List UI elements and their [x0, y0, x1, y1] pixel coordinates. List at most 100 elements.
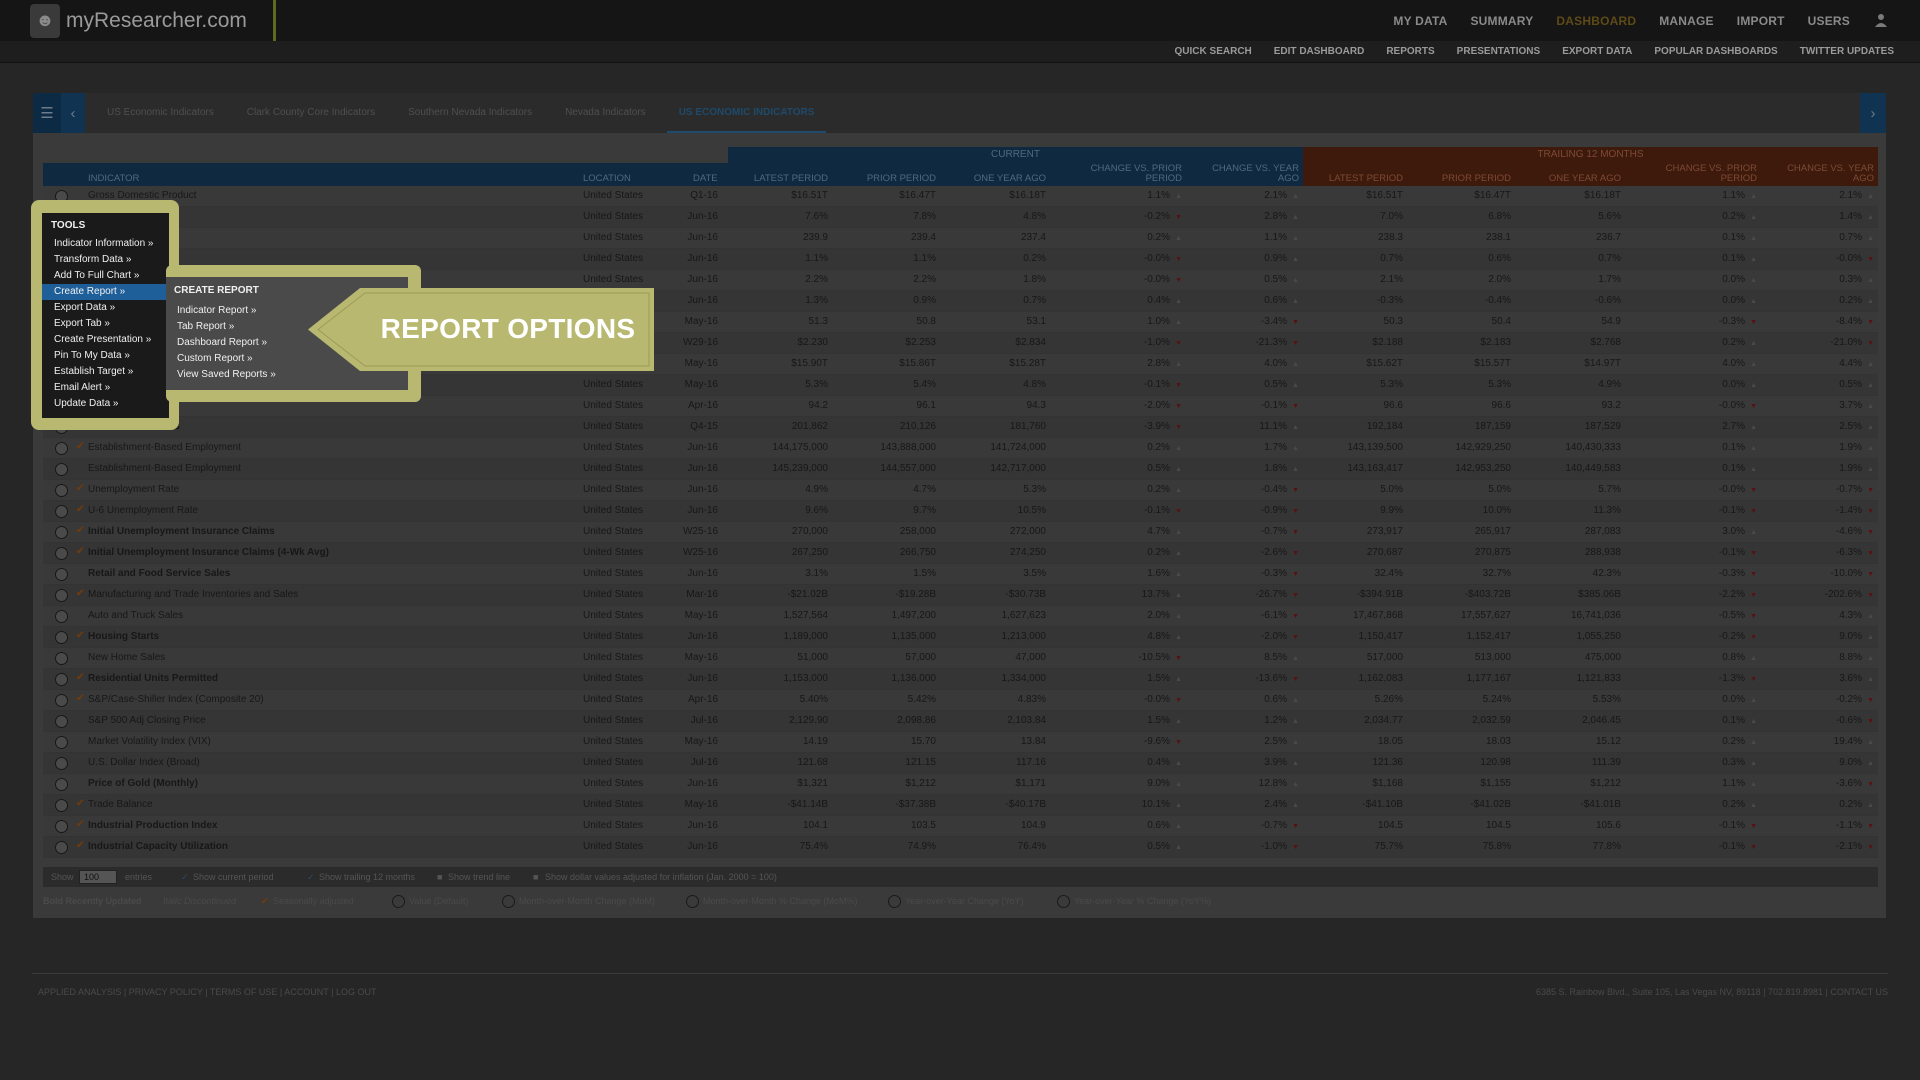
opt-current-period[interactable]: Show current period [193, 867, 274, 887]
entries-select[interactable]: 100 [79, 870, 117, 884]
indicator-name[interactable]: Manufacturing and Trade Inventories and … [88, 589, 298, 601]
indicator-name[interactable]: S&P/Case-Shiller Index (Composite 20) [88, 694, 264, 706]
view-mode-icon[interactable] [55, 463, 68, 476]
tab-clark-county[interactable]: Clark County Core Indicators [247, 93, 375, 133]
trail-col-0[interactable]: LATEST PERIOD [1323, 174, 1403, 184]
indicator-name[interactable]: Trade Balance [88, 799, 153, 811]
tools-menu-item[interactable]: Transform Data » [42, 252, 169, 268]
subnav-edit-dashboard[interactable]: EDIT DASHBOARD [1274, 46, 1365, 57]
view-mode-icon[interactable] [55, 568, 68, 581]
tab-nevada[interactable]: Nevada Indicators [565, 93, 646, 133]
hamburger-menu-icon[interactable]: ☰ [33, 93, 61, 133]
indicator-name[interactable]: Initial Unemployment Insurance Claims (4… [88, 547, 329, 559]
nav-dashboard[interactable]: DASHBOARD [1556, 14, 1636, 28]
tab-next-chevron-icon[interactable]: › [1860, 93, 1886, 133]
opt-inflation[interactable]: Show dollar values adjusted for inflatio… [545, 867, 777, 887]
user-icon[interactable] [1874, 13, 1890, 29]
checkbox-trailing-icon[interactable]: ✓ [307, 867, 315, 887]
indicator-name[interactable]: U.S. Dollar Index (Broad) [88, 757, 200, 769]
indicator-name[interactable]: Residential Units Permitted [88, 673, 218, 685]
create-report-item[interactable]: Custom Report » [177, 351, 276, 367]
trail-col-1[interactable]: PRIOR PERIOD [1431, 174, 1511, 184]
table-row[interactable]: Private BusinessesUnited StatesQ4-15201,… [43, 417, 1878, 438]
nav-summary[interactable]: SUMMARY [1470, 14, 1533, 28]
table-row[interactable]: ✔ Unemployment Rate United States Jun-16 4.9… [43, 480, 1878, 501]
view-mode-icon[interactable] [55, 778, 68, 791]
col-date[interactable]: DATE [693, 174, 718, 184]
indicator-name[interactable]: Industrial Production Index [88, 820, 217, 832]
table-row[interactable]: ✔ U-6 Unemployment Rate United States Jun-1… [43, 501, 1878, 522]
subnav-popular-dashboards[interactable]: POPULAR DASHBOARDS [1654, 46, 1777, 57]
indicator-name[interactable]: Auto and Truck Sales [88, 610, 183, 622]
subnav-presentations[interactable]: PRESENTATIONS [1457, 46, 1541, 57]
view-mode-icon[interactable] [55, 526, 68, 539]
tab-southern-nevada[interactable]: Southern Nevada Indicators [408, 93, 532, 133]
indicator-name[interactable]: Housing Starts [88, 631, 159, 643]
trail-col-4[interactable]: CHANGE VS. YEAR AGO [1764, 164, 1874, 184]
table-row[interactable]: New Home Sales United States May-16 51,000 5… [43, 648, 1878, 669]
view-mode-icon[interactable] [55, 442, 68, 455]
trail-col-3[interactable]: CHANGE VS. PRIOR PERIOD [1647, 164, 1757, 184]
table-row[interactable]: ✔ Establishment-Based Employment United St… [43, 438, 1878, 459]
table-row[interactable]: Market Volatility Index (VIX) United Stat… [43, 732, 1878, 753]
table-row[interactable]: ✔ Initial Unemployment Insurance Claims (… [43, 543, 1878, 564]
view-mode-icon[interactable] [55, 715, 68, 728]
view-mode-icon[interactable] [55, 484, 68, 497]
table-row[interactable]: ✔ Industrial Capacity Utilization United S… [43, 837, 1878, 858]
tools-menu-item[interactable]: Create Presentation » [42, 332, 169, 348]
table-row[interactable]: ✔ S&P/Case-Shiller Index (Composite 20) Un… [43, 690, 1878, 711]
cur-col-1[interactable]: PRIOR PERIOD [856, 174, 936, 184]
tab-us-economic-indicators[interactable]: US Economic Indicators [107, 93, 214, 133]
table-row[interactable]: ✔ Trade Balance United States May-16 -$41.14… [43, 795, 1878, 816]
table-row[interactable]: ✔ Residential Units Permitted United State… [43, 669, 1878, 690]
table-row[interactable]: ✔ Housing Starts United States Jun-16 1,189,… [43, 627, 1878, 648]
subnav-quick-search[interactable]: QUICK SEARCH [1175, 46, 1252, 57]
view-mode-icon[interactable] [55, 652, 68, 665]
cur-col-4[interactable]: CHANGE VS. YEAR AGO [1189, 164, 1299, 184]
view-mode-icon[interactable] [55, 799, 68, 812]
tools-menu-item[interactable]: Establish Target » [42, 364, 169, 380]
nav-my-data[interactable]: MY DATA [1393, 14, 1447, 28]
view-mode-icon[interactable] [55, 631, 68, 644]
tools-menu-item[interactable]: Add To Full Chart » [42, 268, 169, 284]
brand-logo[interactable]: ☻ myResearcher.com [30, 0, 247, 41]
table-row[interactable]: Establishment-Based Employment United Sta… [43, 459, 1878, 480]
indicator-name[interactable]: Retail and Food Service Sales [88, 568, 230, 580]
opt-trend-line[interactable]: Show trend line [448, 867, 510, 887]
create-report-item[interactable]: View Saved Reports » [177, 367, 276, 383]
col-indicator[interactable]: INDICATOR [88, 174, 139, 184]
nav-users[interactable]: USERS [1808, 14, 1850, 28]
subnav-twitter-updates[interactable]: TWITTER UPDATES [1800, 46, 1894, 57]
create-report-item[interactable]: Tab Report » [177, 319, 276, 335]
footer-links[interactable]: APPLIED ANALYSIS | PRIVACY POLICY | TERM… [38, 987, 376, 997]
indicator-name[interactable]: Unemployment Rate [88, 484, 179, 496]
view-mode-icon[interactable] [55, 736, 68, 749]
table-row[interactable]: United States Jun-16 239.9 239.4 237.4 0.2% ▲ 1… [43, 228, 1878, 249]
tools-menu-item[interactable]: Email Alert » [42, 380, 169, 396]
nav-import[interactable]: IMPORT [1737, 14, 1785, 28]
view-mode-icon[interactable] [55, 505, 68, 518]
table-row[interactable]: ✔ Initial Unemployment Insurance Claims Un… [43, 522, 1878, 543]
cur-col-0[interactable]: LATEST PERIOD [748, 174, 828, 184]
indicator-name[interactable]: Price of Gold (Monthly) [88, 778, 198, 790]
view-mode-icon[interactable] [55, 610, 68, 623]
indicator-name[interactable]: S&P 500 Adj Closing Price [88, 715, 206, 727]
table-row[interactable]: S&P 500 Adj Closing Price United States Ju… [43, 711, 1878, 732]
checkbox-current-icon[interactable]: ✓ [181, 867, 189, 887]
indicator-name[interactable]: Initial Unemployment Insurance Claims [88, 526, 275, 538]
view-mode-icon[interactable] [55, 820, 68, 833]
checkbox-inflation-icon[interactable]: ■ [533, 867, 538, 887]
view-mode-icon[interactable] [55, 547, 68, 560]
tab-prev-chevron-icon[interactable]: ‹ [61, 93, 85, 133]
table-row[interactable]: United States Jun-16 7.6% 7.8% 4.8% -0.2% ▼ 2.8… [43, 207, 1878, 228]
trail-col-2[interactable]: ONE YEAR AGO [1541, 174, 1621, 184]
tools-menu-item[interactable]: Export Tab » [42, 316, 169, 332]
nav-manage[interactable]: MANAGE [1659, 14, 1714, 28]
tools-menu-item[interactable]: Export Data » [42, 300, 169, 316]
table-row[interactable]: Retail and Food Service Sales United Stat… [43, 564, 1878, 585]
tools-menu-item[interactable]: Indicator Information » [42, 236, 169, 252]
view-mode-icon[interactable] [55, 673, 68, 686]
opt-trailing[interactable]: Show trailing 12 months [319, 867, 415, 887]
cur-col-2[interactable]: ONE YEAR AGO [966, 174, 1046, 184]
indicator-name[interactable]: Market Volatility Index (VIX) [88, 736, 211, 748]
